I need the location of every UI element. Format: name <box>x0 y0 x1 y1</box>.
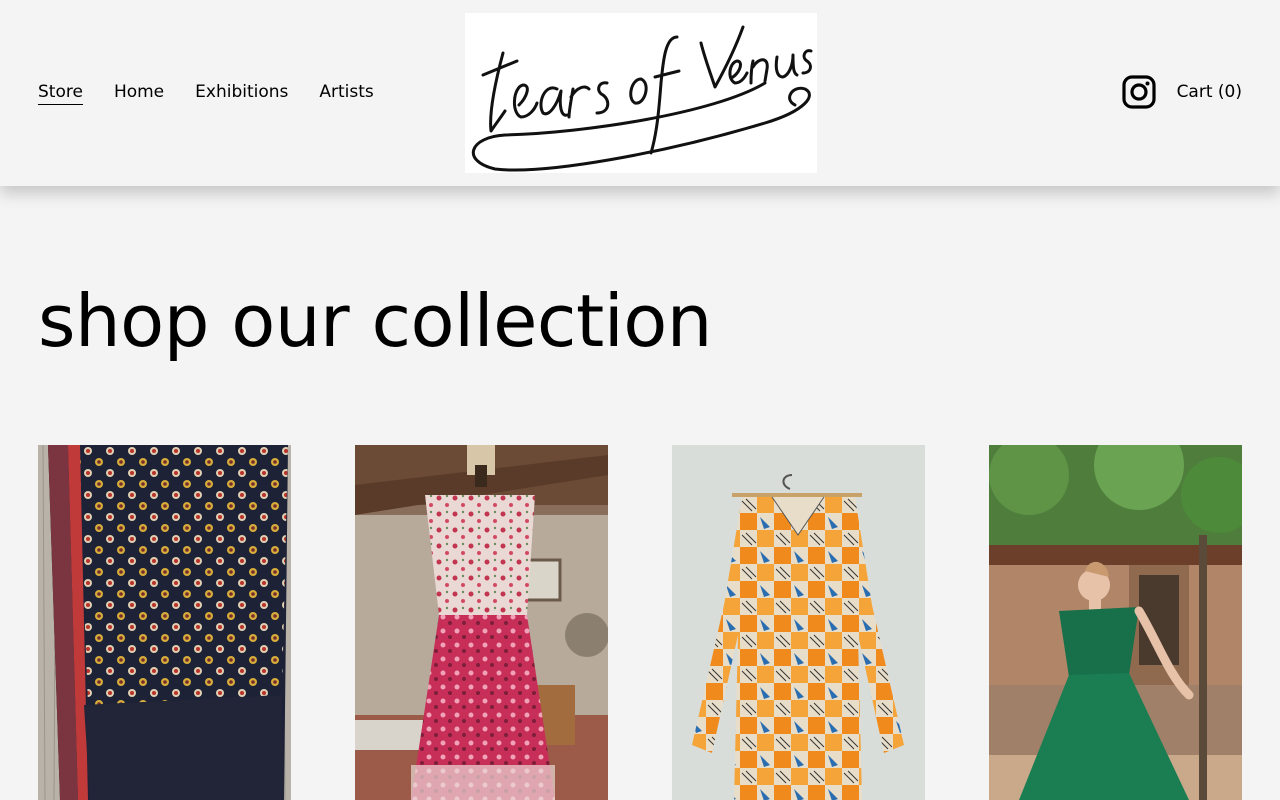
instagram-link[interactable] <box>1121 74 1177 110</box>
product-card[interactable] <box>989 445 1242 800</box>
nav-store[interactable]: Store <box>38 80 83 105</box>
instagram-icon <box>1121 75 1156 109</box>
main-nav: Store Home Exhibitions Artists <box>38 80 405 105</box>
product-image-green-gown <box>989 445 1242 800</box>
nav-home[interactable]: Home <box>114 80 164 105</box>
header-actions: Cart (0) <box>1121 74 1242 110</box>
logo-wordmark <box>471 25 813 172</box>
cart-link[interactable]: Cart (0) <box>1177 74 1242 110</box>
product-card[interactable] <box>38 445 291 800</box>
product-grid <box>38 445 1242 800</box>
nav-exhibitions[interactable]: Exhibitions <box>195 80 288 105</box>
page-title: shop our collection <box>38 279 712 363</box>
product-image-textile <box>38 445 291 800</box>
product-card[interactable] <box>672 445 925 800</box>
site-logo[interactable] <box>465 13 817 173</box>
product-image-floral-dress <box>355 445 608 800</box>
product-image-print-dress <box>672 445 925 800</box>
product-card[interactable] <box>355 445 608 800</box>
nav-artists[interactable]: Artists <box>319 80 373 105</box>
site-header: Store Home Exhibitions Artists Cart (0) <box>0 0 1280 186</box>
